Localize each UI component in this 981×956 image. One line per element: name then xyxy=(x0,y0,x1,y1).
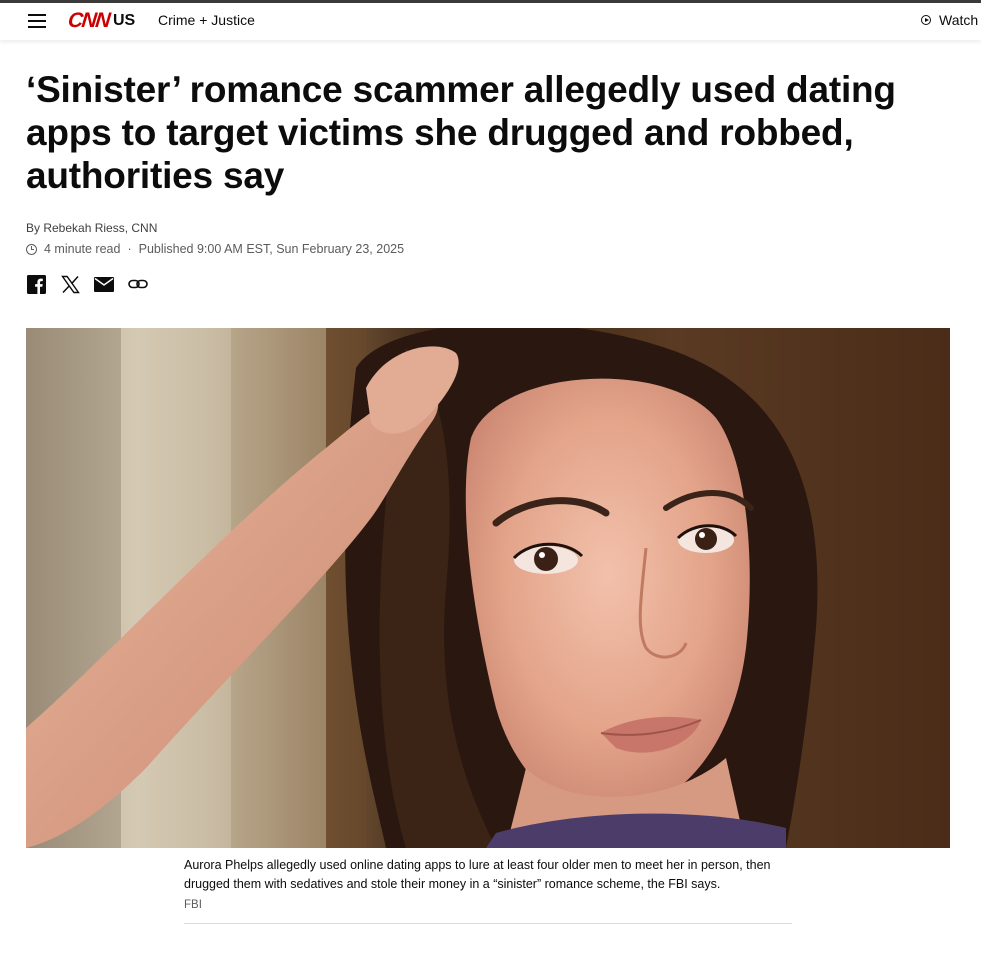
read-time: 4 minute read xyxy=(44,242,121,256)
cnn-logo-mark: CNN xyxy=(66,9,111,32)
caption-divider xyxy=(184,923,792,924)
link-icon[interactable] xyxy=(128,274,148,294)
article-headline: ‘Sinister’ romance scammer allegedly use… xyxy=(26,69,896,196)
cnn-logo[interactable]: CNN US xyxy=(66,9,136,32)
byline: By Rebekah Riess, CNN xyxy=(26,221,157,235)
article-meta: 4 minute read · Published 9:00 AM EST, S… xyxy=(26,242,404,256)
edition-label: US xyxy=(113,12,136,29)
x-icon[interactable] xyxy=(60,274,80,294)
watch-button[interactable]: Watch xyxy=(921,12,978,28)
email-icon[interactable] xyxy=(94,274,114,294)
author-link[interactable]: By Rebekah Riess, CNN xyxy=(26,221,157,235)
share-bar xyxy=(26,274,148,294)
play-circle-icon xyxy=(921,15,931,25)
article-hero-image[interactable] xyxy=(26,328,950,848)
watch-label: Watch xyxy=(939,12,979,28)
image-caption: Aurora Phelps allegedly used online dati… xyxy=(184,858,771,891)
meta-separator: · xyxy=(127,242,132,256)
published-timestamp: Published 9:00 AM EST, Sun February 23, … xyxy=(138,242,405,256)
image-credit: FBI xyxy=(184,899,202,911)
facebook-icon[interactable] xyxy=(26,274,46,294)
hamburger-menu-icon[interactable] xyxy=(28,14,46,28)
section-link-crime-justice[interactable]: Crime + Justice xyxy=(158,12,255,28)
clock-icon xyxy=(26,243,37,255)
site-header: CNN US Crime + Justice Watch xyxy=(0,3,981,40)
